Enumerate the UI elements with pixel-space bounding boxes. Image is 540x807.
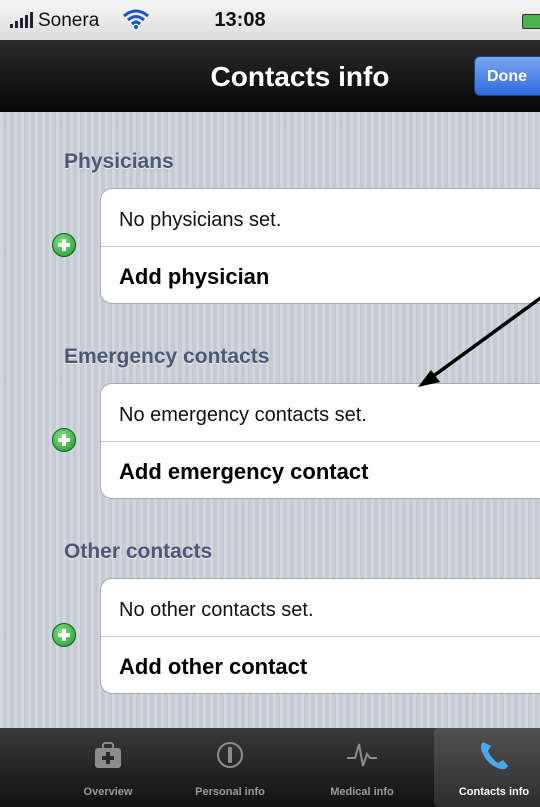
status-bar: Sonera 13:08 — [0, 0, 540, 41]
heartbeat-icon — [347, 743, 377, 767]
other-contacts-group: No other contacts set. Add other contact — [100, 578, 540, 694]
page-title: Contacts info — [210, 61, 390, 92]
tab-label: Personal info — [195, 786, 265, 798]
annotation-arrow — [418, 296, 540, 387]
phone-icon — [481, 742, 508, 770]
add-icon[interactable] — [52, 428, 76, 452]
section-title: Other contacts — [64, 540, 213, 563]
emergency-contacts-group: No emergency contacts set. Add emergency… — [100, 383, 540, 499]
add-icon[interactable] — [52, 623, 76, 647]
first-aid-kit-icon — [95, 742, 121, 768]
app-screen: Sonera 13:08 Contacts info Done Physicia… — [0, 0, 540, 807]
row-divider — [101, 246, 540, 247]
add-emergency-contact-button[interactable]: Add emergency contact — [119, 459, 368, 485]
tab-label: Overview — [83, 786, 133, 798]
section-title: Emergency contacts — [64, 345, 270, 368]
tab-label: Medical info — [330, 786, 394, 798]
add-physician-button[interactable]: Add physician — [119, 264, 269, 290]
section-title: Physicians — [64, 150, 174, 173]
battery-icon — [522, 14, 540, 29]
add-icon[interactable] — [52, 233, 76, 257]
clock: 13:08 — [214, 9, 266, 31]
tab-contacts-info[interactable]: Contacts info — [434, 728, 540, 807]
tab-bar: Overview Personal info Medical info Cont… — [0, 728, 540, 807]
tab-personal-info[interactable]: Personal info — [168, 728, 292, 807]
empty-message: No emergency contacts set. — [119, 404, 367, 426]
empty-message: No physicians set. — [119, 209, 282, 231]
done-button[interactable]: Done — [474, 56, 540, 96]
tab-label: Contacts info — [458, 786, 530, 798]
row-divider — [101, 636, 540, 637]
empty-message: No other contacts set. — [119, 599, 314, 621]
row-divider — [101, 441, 540, 442]
contacts-list: Physicians No physicians set. Add physic… — [0, 112, 540, 728]
navigation-bar: Contacts info Done — [0, 40, 540, 112]
info-icon — [217, 742, 243, 768]
tab-medical-info[interactable]: Medical info — [292, 728, 432, 807]
add-other-contact-button[interactable]: Add other contact — [119, 654, 307, 680]
tab-overview[interactable]: Overview — [48, 728, 168, 807]
physicians-group: No physicians set. Add physician — [100, 188, 540, 304]
